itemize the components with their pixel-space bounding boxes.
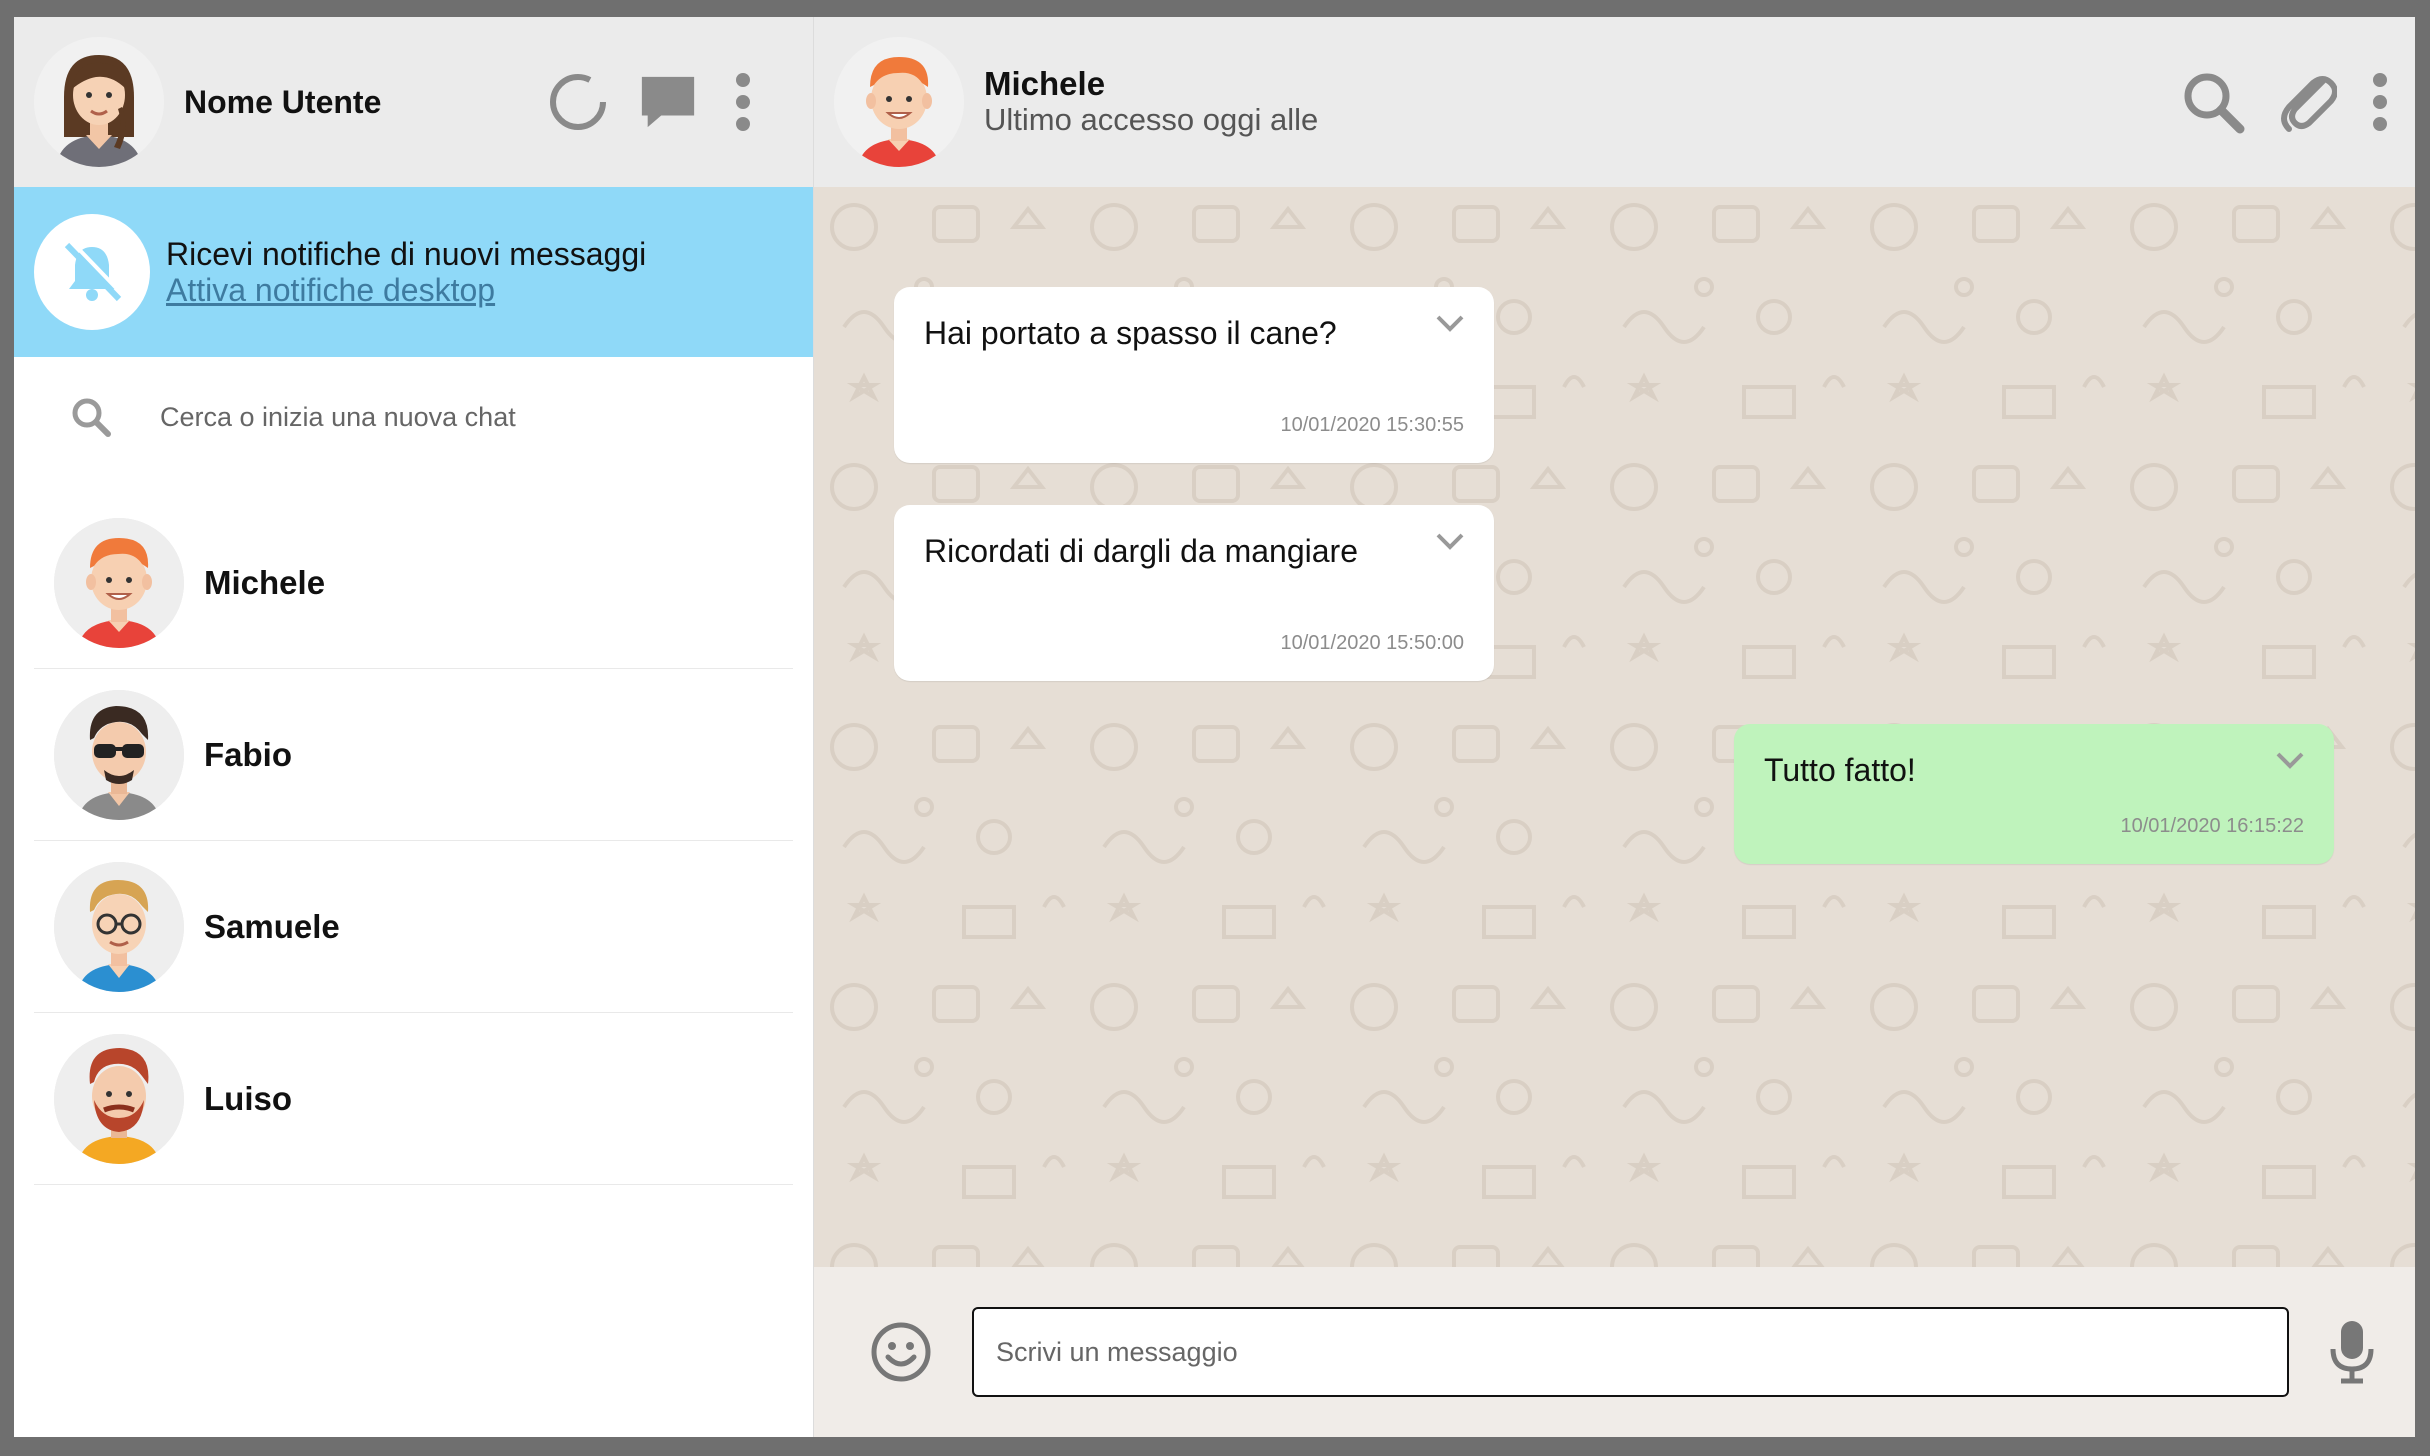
search-icon[interactable] bbox=[2177, 66, 2249, 138]
sidebar-header-icons bbox=[548, 17, 758, 187]
chevron-down-icon[interactable] bbox=[2274, 750, 2306, 770]
sidebar-header: Nome Utente bbox=[14, 17, 813, 187]
chat-contact-name: Michele bbox=[984, 65, 1106, 102]
chevron-down-icon[interactable] bbox=[1434, 313, 1466, 333]
message-bubble-received[interactable]: Ricordati di dargli da mangiare 10/01/20… bbox=[894, 505, 1494, 681]
message-bubble-sent[interactable]: Tutto fatto! 10/01/2020 16:15:22 bbox=[1734, 724, 2334, 864]
chat-header-icons bbox=[2177, 17, 2395, 187]
message-text: Hai portato a spasso il cane? bbox=[924, 315, 1337, 351]
chevron-down-icon[interactable] bbox=[1434, 531, 1466, 551]
user-avatar[interactable] bbox=[34, 37, 164, 167]
chat-panel: Michele Ultimo accesso oggi alle Hai por… bbox=[814, 17, 2415, 1437]
message-text: Tutto fatto! bbox=[1764, 752, 1916, 788]
notification-banner: Ricevi notifiche di nuovi messaggi Attiv… bbox=[14, 187, 813, 357]
chat-contact-avatar[interactable] bbox=[834, 37, 964, 167]
contact-avatar bbox=[54, 517, 184, 648]
user-name: Nome Utente bbox=[184, 83, 382, 120]
message-time: 10/01/2020 16:15:22 bbox=[2120, 815, 2304, 837]
message-area[interactable]: Hai portato a spasso il cane? 10/01/2020… bbox=[814, 187, 2415, 1267]
contact-name: Michele bbox=[204, 563, 326, 601]
emoji-icon[interactable] bbox=[870, 1321, 932, 1383]
search-icon bbox=[72, 398, 111, 437]
contact-avatar bbox=[54, 861, 184, 992]
contact-avatar bbox=[54, 1033, 184, 1164]
menu-icon[interactable] bbox=[728, 72, 758, 132]
message-text: Ricordati di dargli da mangiare bbox=[924, 533, 1358, 569]
notification-bell-off-icon bbox=[34, 214, 150, 330]
contact-item-luiso[interactable]: Luiso bbox=[34, 1013, 793, 1185]
attach-icon[interactable] bbox=[2271, 66, 2343, 138]
contact-item-fabio[interactable]: Fabio bbox=[34, 669, 793, 841]
chat-icon[interactable] bbox=[638, 72, 698, 132]
search-input[interactable] bbox=[160, 401, 760, 433]
contact-avatar bbox=[54, 689, 184, 820]
contact-name: Fabio bbox=[204, 735, 292, 773]
menu-icon[interactable] bbox=[2365, 72, 2395, 132]
contact-name: Samuele bbox=[204, 907, 340, 945]
sidebar: Nome Utente Ricevi notifiche di nuovi me… bbox=[14, 17, 814, 1437]
message-bubble-received[interactable]: Hai portato a spasso il cane? 10/01/2020… bbox=[894, 287, 1494, 463]
enable-notifications-link[interactable]: Attiva notifiche desktop bbox=[166, 272, 495, 308]
message-input[interactable] bbox=[972, 1307, 2289, 1397]
contact-item-michele[interactable]: Michele bbox=[34, 497, 793, 669]
app-window: Nome Utente Ricevi notifiche di nuovi me… bbox=[14, 17, 2415, 1437]
message-time: 10/01/2020 15:50:00 bbox=[1280, 632, 1464, 654]
contact-name: Luiso bbox=[204, 1079, 292, 1117]
microphone-icon[interactable] bbox=[2329, 1319, 2375, 1385]
contact-item-samuele[interactable]: Samuele bbox=[34, 841, 793, 1013]
chat-last-seen: Ultimo accesso oggi alle bbox=[984, 102, 1319, 137]
search-bar bbox=[14, 357, 813, 477]
message-composer bbox=[814, 1267, 2415, 1437]
chat-header: Michele Ultimo accesso oggi alle bbox=[814, 17, 2415, 187]
contact-list: Michele Fabio Samuele Luiso bbox=[14, 477, 813, 1185]
notification-title: Ricevi notifiche di nuovi messaggi bbox=[166, 236, 647, 272]
status-icon[interactable] bbox=[548, 72, 608, 132]
message-time: 10/01/2020 15:30:55 bbox=[1280, 414, 1464, 436]
